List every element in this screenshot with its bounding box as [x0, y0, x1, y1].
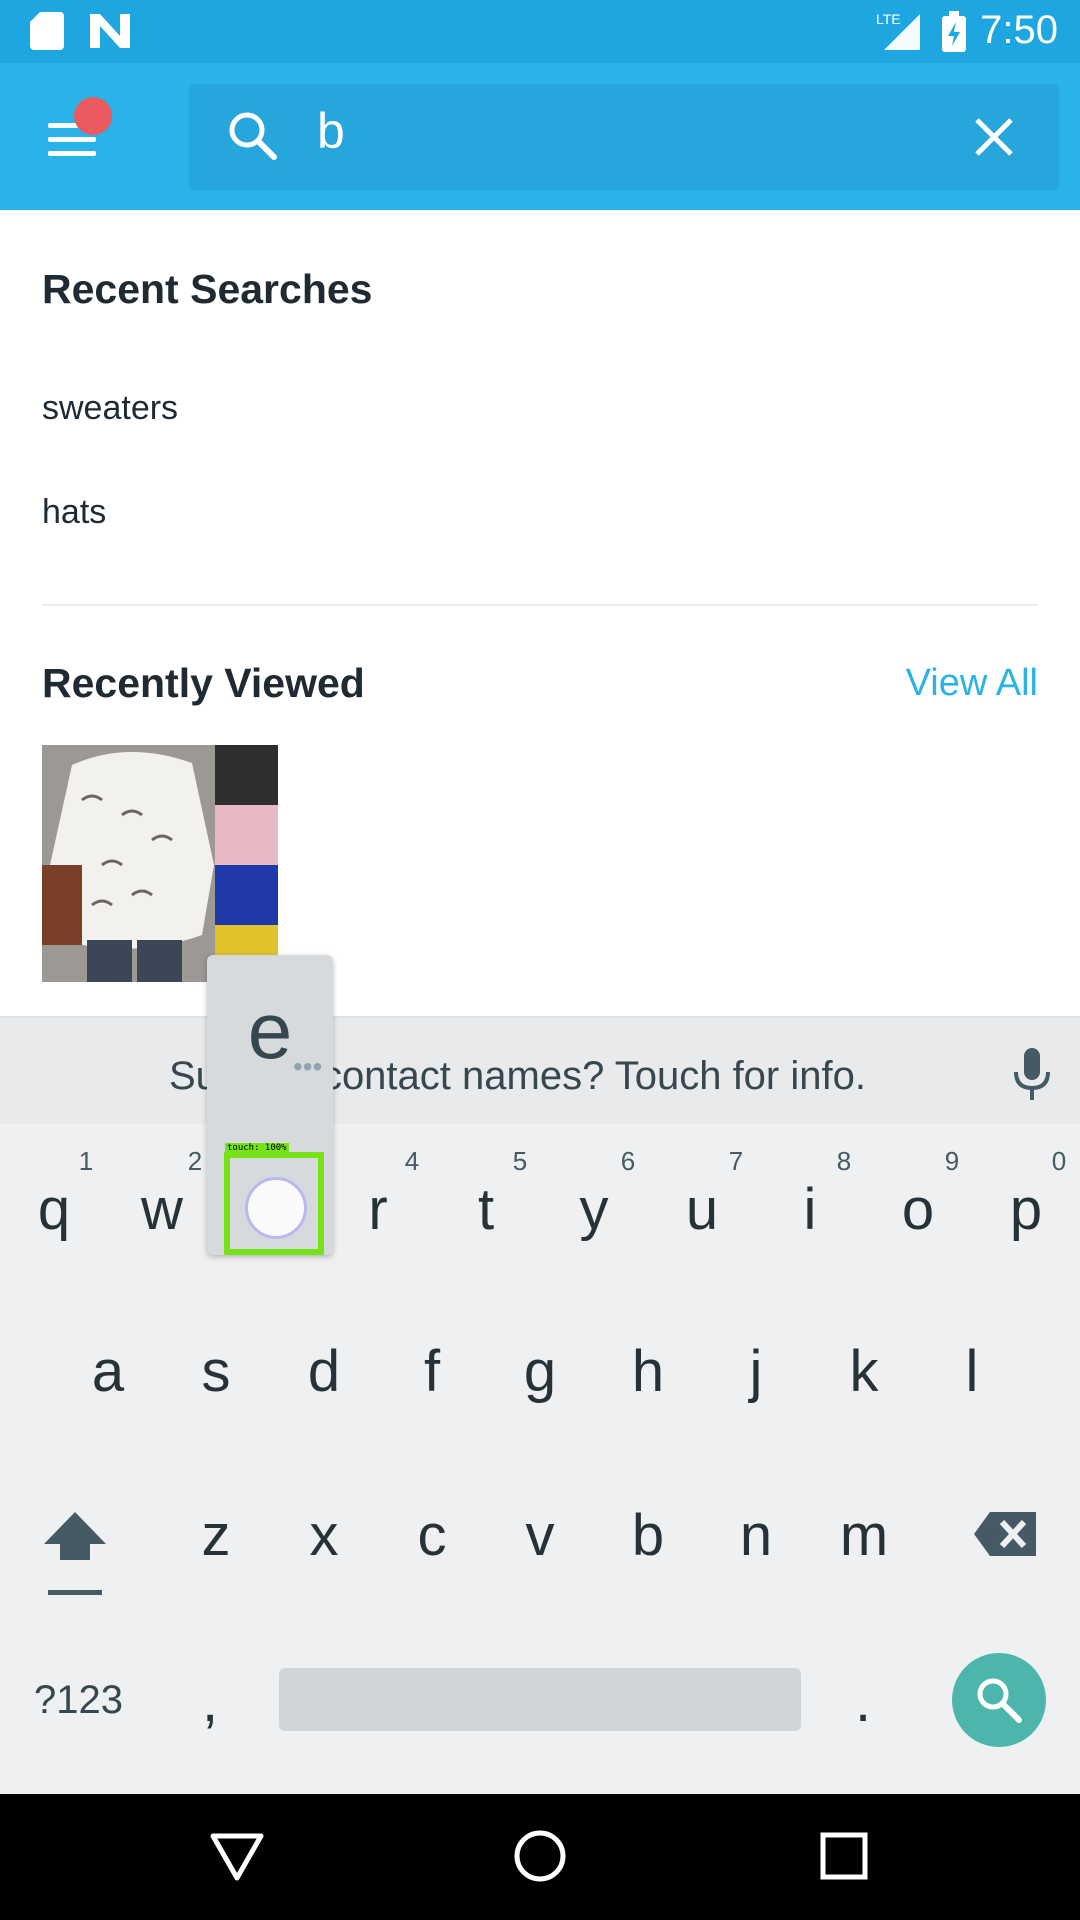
key-m[interactable]: m [819, 1502, 909, 1569]
home-icon[interactable] [512, 1828, 568, 1884]
key-t[interactable]: t [441, 1176, 531, 1243]
notification-n-icon [90, 14, 130, 48]
key-p[interactable]: p [981, 1176, 1071, 1243]
key-h[interactable]: h [603, 1338, 693, 1405]
backspace-icon[interactable] [972, 1510, 1038, 1558]
suggestion-strip[interactable]: Su contact names? Touch for info. [0, 1016, 1080, 1124]
notification-badge [74, 97, 112, 135]
back-icon[interactable] [210, 1832, 264, 1882]
status-bar: LTE 7:50 [0, 0, 1080, 63]
key-a[interactable]: a [63, 1338, 153, 1405]
key-hint: 2 [187, 1146, 203, 1176]
key-r[interactable]: r [333, 1176, 423, 1243]
shift-icon[interactable] [42, 1510, 108, 1596]
symbols-key[interactable]: ?123 [34, 1678, 123, 1723]
key-b[interactable]: b [603, 1502, 693, 1569]
key-j[interactable]: j [711, 1338, 801, 1405]
search-action-key[interactable] [952, 1653, 1046, 1747]
key-hint: 7 [728, 1146, 744, 1176]
key-n[interactable]: n [711, 1502, 801, 1569]
key-z[interactable]: z [171, 1502, 261, 1569]
key-u[interactable]: u [657, 1176, 747, 1243]
recent-search-item[interactable]: hats [42, 493, 106, 532]
key-hint: 0 [1051, 1146, 1067, 1176]
search-icon [977, 1678, 1022, 1723]
svg-text:LTE: LTE [876, 11, 901, 27]
clear-search-icon[interactable] [974, 117, 1014, 157]
period-key[interactable]: . [855, 1668, 871, 1735]
search-input[interactable]: b [317, 102, 345, 160]
key-w[interactable]: w [117, 1176, 207, 1243]
search-icon [229, 112, 277, 160]
key-hint: 4 [404, 1146, 420, 1176]
section-divider [42, 604, 1038, 606]
signal-lte-icon: LTE [876, 11, 920, 50]
key-l[interactable]: l [927, 1338, 1017, 1405]
key-i[interactable]: i [765, 1176, 855, 1243]
recently-viewed-product-thumbnail[interactable] [42, 745, 278, 982]
search-box[interactable]: b [189, 84, 1059, 190]
key-g[interactable]: g [495, 1338, 585, 1405]
key-hint: 1 [78, 1146, 94, 1176]
key-hint: 9 [944, 1146, 960, 1176]
app-bar: b [0, 63, 1080, 210]
comma-key[interactable]: , [202, 1668, 218, 1735]
microphone-icon[interactable] [1012, 1048, 1052, 1102]
key-hint: 5 [512, 1146, 528, 1176]
key-k[interactable]: k [819, 1338, 909, 1405]
recent-search-item[interactable]: sweaters [42, 389, 178, 428]
space-bar[interactable] [279, 1668, 801, 1731]
key-x[interactable]: x [279, 1502, 369, 1569]
sd-card-icon [30, 12, 64, 50]
more-dots-icon: ••• [293, 1051, 323, 1082]
key-hint: 6 [620, 1146, 636, 1176]
menu-button[interactable] [40, 97, 112, 165]
battery-charging-icon [942, 11, 966, 52]
key-s[interactable]: s [171, 1338, 261, 1405]
key-o[interactable]: o [873, 1176, 963, 1243]
status-time: 7:50 [980, 8, 1058, 52]
recents-icon[interactable] [820, 1832, 868, 1880]
key-y[interactable]: y [549, 1176, 639, 1243]
view-all-link[interactable]: View All [906, 662, 1038, 705]
recent-searches-title: Recent Searches [42, 266, 373, 312]
key-v[interactable]: v [495, 1502, 585, 1569]
navigation-bar [0, 1794, 1080, 1920]
key-hint: 8 [836, 1146, 852, 1176]
key-c[interactable]: c [387, 1502, 477, 1569]
touch-point [245, 1177, 307, 1239]
key-d[interactable]: d [279, 1338, 369, 1405]
recently-viewed-title: Recently Viewed [42, 660, 365, 706]
key-f[interactable]: f [387, 1338, 477, 1405]
key-q[interactable]: q [9, 1176, 99, 1243]
